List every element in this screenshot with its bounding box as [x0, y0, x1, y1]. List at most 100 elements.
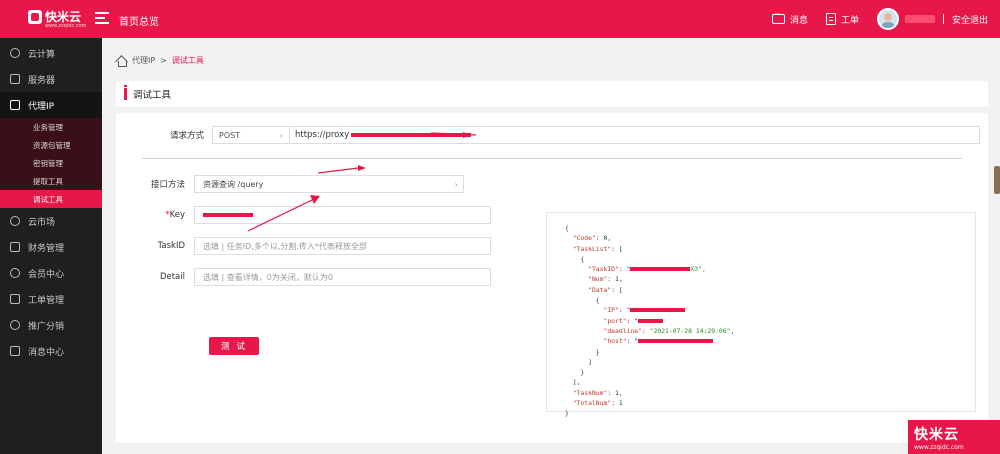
- response-redaction: [630, 308, 686, 313]
- response-line: ],: [565, 378, 581, 387]
- detail-label: Detail: [159, 272, 185, 282]
- main-content: 代理IP > 调试工具 调试工具 请求方式 POST › https://pro…: [102, 38, 1000, 454]
- detail-row: Detail 选填 | 查看详情，0为关闭，默认为0: [142, 268, 491, 286]
- sidebar-item-message-center[interactable]: 消息中心: [0, 338, 102, 364]
- annotation-arrow-api: [247, 195, 320, 232]
- test-button[interactable]: 测 试: [209, 337, 259, 355]
- wallet-icon: [10, 242, 20, 252]
- sidebar-subitem-keys[interactable]: 密钥管理: [0, 154, 102, 172]
- breadcrumb-parent[interactable]: 代理IP: [132, 55, 155, 66]
- monitor-icon: [10, 100, 20, 110]
- sidebar-item-cloud-computing[interactable]: 云计算: [0, 40, 102, 66]
- sidebar-subitem-extract-tool[interactable]: 提取工具: [0, 172, 102, 190]
- sidebar-item-label: 财务管理: [28, 243, 65, 254]
- detail-placeholder: 选填 | 查看详情，0为关闭，默认为0: [203, 272, 333, 282]
- detail-input[interactable]: 选填 | 查看详情，0为关闭，默认为0: [194, 268, 491, 286]
- home-overview-link[interactable]: 首页总览: [119, 13, 159, 28]
- logo[interactable]: 快米云 www.zzqidc.com: [28, 10, 86, 29]
- clipboard-icon: [10, 294, 20, 304]
- tickets-button[interactable]: 工单: [825, 13, 859, 26]
- sidebar-item-finance[interactable]: 财务管理: [0, 234, 102, 260]
- key-label: *Key: [165, 210, 185, 220]
- chevron-right-icon: ›: [279, 130, 283, 140]
- response-line: "TaskID": " X3",: [588, 265, 706, 274]
- taskid-label: TaskID: [157, 241, 185, 251]
- debug-panel: 请求方式 POST › https://proxy 接口方法 资源查询 /que…: [116, 113, 988, 443]
- sidebar-item-proxy-ip[interactable]: 代理IP: [0, 92, 102, 118]
- sidebar-item-label: 云市场: [28, 217, 56, 228]
- response-line: "TotalNum": 1: [572, 399, 623, 408]
- breadcrumb: 代理IP > 调试工具: [116, 55, 204, 67]
- response-redaction: [638, 339, 714, 344]
- sidebar-subitem-resource-packs[interactable]: 资源包管理: [0, 136, 102, 154]
- logo-subtext: www.zzqidc.com: [45, 23, 87, 29]
- sidebar-item-label: 云计算: [28, 49, 56, 60]
- sidebar-item-label: 工单管理: [28, 295, 65, 306]
- api-method-value: 资源查询 /query: [203, 179, 264, 189]
- breadcrumb-separator: >: [160, 56, 167, 65]
- menu-toggle-icon[interactable]: [95, 12, 109, 24]
- request-row: 请求方式 POST › https://proxy: [142, 126, 980, 144]
- sidebar-subitem-business[interactable]: 业务管理: [0, 118, 102, 136]
- avatar[interactable]: [876, 8, 899, 30]
- messages-label: 消息: [789, 15, 808, 26]
- message-icon: [771, 10, 785, 24]
- request-method-select[interactable]: POST ›: [212, 126, 290, 144]
- response-line: }: [565, 347, 600, 356]
- chat-icon: [10, 346, 20, 356]
- sidebar-item-label: 代理IP: [28, 101, 55, 112]
- breadcrumb-current: 调试工具: [171, 56, 204, 65]
- response-line: "deadline": "2021-07-28 14:29:06",: [603, 326, 735, 335]
- top-bar: 快米云 www.zzqidc.com 首页总览 消息 工单 安全退出: [0, 0, 1000, 38]
- response-line: "host": ": [565, 336, 975, 346]
- messages-button[interactable]: 消息: [771, 10, 808, 26]
- annotation-arrows: [317, 132, 476, 174]
- brand-name: 快米云: [914, 427, 959, 443]
- sidebar-item-label: 服务器: [28, 75, 56, 86]
- page-title: 调试工具: [133, 90, 172, 101]
- response-output: { "Code": 0, "TaskList": [ { "TaskID": "…: [546, 212, 976, 417]
- response-line: {: [565, 224, 569, 232]
- request-method-value: POST: [219, 130, 241, 140]
- sidebar-item-member-center[interactable]: 会员中心: [0, 260, 102, 286]
- sidebar-item-tickets[interactable]: 工单管理: [0, 286, 102, 312]
- sidebar-item-promotion[interactable]: 推广分销: [0, 312, 102, 338]
- sidebar-item-label: 会员中心: [28, 269, 65, 280]
- taskid-placeholder: 选填 | 任务ID,多个以,分割,传入*代表释放全部: [203, 241, 367, 251]
- title-marker-icon: [124, 85, 127, 100]
- response-redaction: [638, 318, 664, 323]
- sidebar-item-cloud-market[interactable]: 云市场: [0, 208, 102, 234]
- brand-watermark: 快米云 www.zzqidc.com: [908, 420, 1000, 454]
- response-line: "Data": [: [588, 285, 623, 294]
- page-title-bar: 调试工具: [116, 81, 988, 107]
- api-method-label: 接口方法: [150, 180, 185, 190]
- logout-link[interactable]: 安全退出: [952, 13, 988, 26]
- user-icon: [10, 268, 20, 278]
- response-line: "TaskNum": 1,: [572, 388, 623, 397]
- sidebar: 云计算 服务器 代理IP 业务管理 资源包管理 密钥管理 提取工具 调试工具 云…: [0, 38, 102, 454]
- response-line: }: [565, 409, 569, 418]
- ticket-icon: [825, 13, 836, 25]
- response-line: {: [565, 296, 600, 305]
- response-line: }: [565, 368, 585, 377]
- home-icon[interactable]: [116, 56, 127, 67]
- response-line: "port": ": [565, 316, 975, 326]
- response-line: "IP": ": [565, 305, 975, 315]
- taskid-input[interactable]: 选填 | 任务ID,多个以,分割,传入*代表释放全部: [194, 237, 491, 255]
- response-line: "TaskList": [: [572, 244, 623, 253]
- response-line: ]: [565, 357, 592, 366]
- username-redacted[interactable]: [904, 15, 935, 23]
- section-divider: [142, 158, 962, 159]
- response-taskid-suffix: X3",: [690, 265, 706, 274]
- sidebar-item-servers[interactable]: 服务器: [0, 66, 102, 92]
- brand-url: www.zzqidc.com: [914, 444, 964, 451]
- logo-mark-icon: [28, 10, 42, 24]
- sidebar-subitem-debug-tool[interactable]: 调试工具: [0, 190, 102, 208]
- logo-text: 快米云: [45, 10, 82, 24]
- response-line: "Code": 0,: [572, 234, 612, 243]
- divider: [942, 14, 944, 24]
- response-line: {: [565, 254, 585, 263]
- share-icon: [10, 320, 20, 330]
- scrollbar[interactable]: [994, 166, 1000, 194]
- response-line: "Num": 1,: [588, 275, 623, 284]
